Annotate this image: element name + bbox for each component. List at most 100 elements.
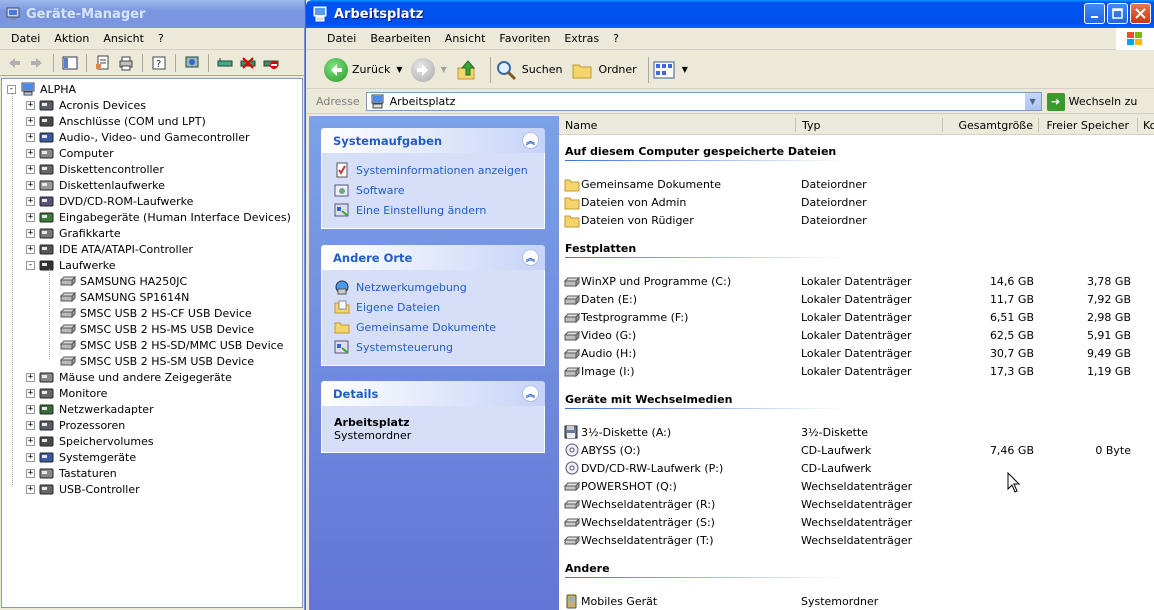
- other-places-header[interactable]: Andere Orte ︽: [321, 245, 545, 270]
- list-item[interactable]: Video (G:) Lokaler Datenträger 62,5 GB 5,91…: [559, 327, 1154, 345]
- tree-category[interactable]: + Diskettencontroller: [26, 161, 164, 177]
- expand-icon[interactable]: +: [26, 452, 35, 462]
- folders-button[interactable]: Ordner: [570, 58, 637, 82]
- system-tasks-header[interactable]: Systemaufgaben ︽: [321, 128, 545, 153]
- menu-bearbeiten[interactable]: Bearbeiten: [363, 30, 437, 47]
- expand-icon[interactable]: +: [26, 244, 35, 254]
- tree-category[interactable]: + DVD/CD-ROM-Laufwerke: [26, 193, 193, 209]
- tree-category[interactable]: - Laufwerke: [26, 257, 116, 273]
- help-icon[interactable]: ?: [149, 53, 169, 73]
- list-item[interactable]: 3½-Diskette (A:) 3½-Diskette: [559, 424, 1154, 442]
- column-total[interactable]: Gesamtgröße: [947, 119, 1033, 132]
- list-item[interactable]: Image (I:) Lokaler Datenträger 17,3 GB 1,19…: [559, 363, 1154, 381]
- tree-category[interactable]: + Mäuse und andere Zeigegeräte: [26, 369, 232, 385]
- go-button[interactable]: ➜ Wechseln zu: [1046, 92, 1137, 111]
- column-divider[interactable]: [942, 118, 943, 132]
- device-manager-titlebar[interactable]: Geräte-Manager: [0, 0, 304, 28]
- chevron-up-icon[interactable]: ︽: [522, 385, 539, 402]
- list-item[interactable]: Wechseldatenträger (T:) Wechseldatenträge…: [559, 532, 1154, 550]
- list-item[interactable]: Gemeinsame Dokumente Dateiordner: [559, 176, 1154, 194]
- chevron-down-icon[interactable]: ▼: [396, 65, 402, 74]
- expand-icon[interactable]: +: [26, 484, 35, 494]
- list-item[interactable]: WinXP und Programme (C:) Lokaler Datenträ…: [559, 273, 1154, 291]
- tree-device[interactable]: SMSC USB 2 HS-MS USB Device: [59, 321, 254, 337]
- up-button[interactable]: [455, 58, 479, 82]
- properties-icon[interactable]: [93, 53, 113, 73]
- tree-category[interactable]: + Prozessoren: [26, 417, 125, 433]
- menu-datei[interactable]: Datei: [4, 30, 47, 47]
- list-item[interactable]: Wechseldatenträger (S:) Wechseldatenträge…: [559, 514, 1154, 532]
- list-item[interactable]: Mobiles Gerät Systemordner: [559, 593, 1154, 610]
- column-name[interactable]: Name: [565, 119, 597, 132]
- tree-category[interactable]: + Speichervolumes: [26, 433, 154, 449]
- list-item[interactable]: Daten (E:) Lokaler Datenträger 11,7 GB 7,92…: [559, 291, 1154, 309]
- list-item[interactable]: Wechseldatenträger (R:) Wechseldatenträge…: [559, 496, 1154, 514]
- expand-icon[interactable]: +: [26, 196, 35, 206]
- expand-icon[interactable]: +: [26, 100, 35, 110]
- device-tree[interactable]: - ALPHA + Acronis Devices + Anschlüsse (COM u…: [1, 78, 303, 608]
- expand-icon[interactable]: +: [26, 132, 35, 142]
- forward-arrow-icon[interactable]: [27, 53, 47, 73]
- task-system-info[interactable]: Systeminformationen anzeigen: [334, 160, 532, 180]
- list-item[interactable]: Testprogramme (F:) Lokaler Datenträger 6,5…: [559, 309, 1154, 327]
- menu-extras[interactable]: Extras: [557, 30, 606, 47]
- column-free[interactable]: Freier Speicher: [1043, 119, 1129, 132]
- column-divider[interactable]: [795, 118, 796, 132]
- chevron-down-icon[interactable]: ▼: [441, 65, 447, 74]
- address-input[interactable]: Arbeitsplatz ▼: [365, 92, 1042, 111]
- tree-category[interactable]: + Netzwerkadapter: [26, 401, 154, 417]
- explorer-titlebar[interactable]: Arbeitsplatz: [306, 0, 1154, 28]
- chevron-up-icon[interactable]: ︽: [522, 132, 539, 149]
- column-divider[interactable]: [1038, 118, 1039, 132]
- tree-category[interactable]: + Computer: [26, 145, 114, 161]
- file-list[interactable]: Name Typ Gesamtgröße Freier Speicher Ko …: [559, 116, 1154, 610]
- expand-icon[interactable]: +: [26, 468, 35, 478]
- tree-category[interactable]: + Eingabegeräte (Human Interface Devices): [26, 209, 291, 225]
- menu-datei[interactable]: Datei: [320, 30, 363, 47]
- list-item[interactable]: POWERSHOT (Q:) Wechseldatenträger: [559, 478, 1154, 496]
- update-driver-icon[interactable]: [215, 53, 235, 73]
- place-shared-documents[interactable]: Gemeinsame Dokumente: [334, 317, 532, 337]
- chevron-down-icon[interactable]: ▼: [1023, 93, 1041, 110]
- column-divider[interactable]: [1137, 118, 1138, 132]
- menu-help[interactable]: ?: [151, 30, 171, 47]
- back-button[interactable]: Zurück ▼: [324, 57, 403, 82]
- menu-ansicht[interactable]: Ansicht: [438, 30, 493, 47]
- expand-icon[interactable]: +: [26, 388, 35, 398]
- tree-root[interactable]: - ALPHA: [7, 81, 76, 97]
- maximize-button[interactable]: [1107, 3, 1128, 24]
- tree-device[interactable]: SMSC USB 2 HS-CF USB Device: [59, 305, 252, 321]
- tree-device[interactable]: SAMSUNG HA250JC: [59, 273, 187, 289]
- uninstall-icon[interactable]: [238, 53, 258, 73]
- expand-icon[interactable]: +: [26, 436, 35, 446]
- chevron-up-icon[interactable]: ︽: [522, 249, 539, 266]
- tree-category[interactable]: + Anschlüsse (COM und LPT): [26, 113, 206, 129]
- tree-category[interactable]: + Grafikkarte: [26, 225, 121, 241]
- list-item[interactable]: Dateien von Admin Dateiordner: [559, 194, 1154, 212]
- tree-device[interactable]: SMSC USB 2 HS-SM USB Device: [59, 353, 254, 369]
- list-item[interactable]: Dateien von Rüdiger Dateiordner: [559, 212, 1154, 230]
- task-software[interactable]: Software: [334, 180, 532, 200]
- back-arrow-icon[interactable]: [4, 53, 24, 73]
- expand-icon[interactable]: +: [26, 116, 35, 126]
- place-network[interactable]: Netzwerkumgebung: [334, 277, 532, 297]
- list-item[interactable]: ABYSS (O:) CD-Laufwerk 7,46 GB 0 Byte: [559, 442, 1154, 460]
- column-comment[interactable]: Ko: [1143, 119, 1154, 132]
- menu-ansicht[interactable]: Ansicht: [96, 30, 151, 47]
- tree-category[interactable]: + Tastaturen: [26, 465, 117, 481]
- expand-icon[interactable]: +: [26, 404, 35, 414]
- tree-category[interactable]: + Diskettenlaufwerke: [26, 177, 165, 193]
- list-item[interactable]: Audio (H:) Lokaler Datenträger 30,7 GB 9,49…: [559, 345, 1154, 363]
- expand-icon[interactable]: +: [26, 180, 35, 190]
- expand-icon[interactable]: +: [26, 228, 35, 238]
- menu-favoriten[interactable]: Favoriten: [492, 30, 557, 47]
- close-button[interactable]: [1130, 3, 1151, 24]
- expand-icon[interactable]: +: [26, 372, 35, 382]
- minimize-button[interactable]: [1084, 3, 1105, 24]
- tree-category[interactable]: + Acronis Devices: [26, 97, 146, 113]
- menu-aktion[interactable]: Aktion: [47, 30, 96, 47]
- forward-button[interactable]: ▼: [410, 57, 447, 82]
- tree-device[interactable]: SMSC USB 2 HS-SD/MMC USB Device: [59, 337, 283, 353]
- expand-icon[interactable]: +: [26, 148, 35, 158]
- details-header[interactable]: Details ︽: [321, 381, 545, 406]
